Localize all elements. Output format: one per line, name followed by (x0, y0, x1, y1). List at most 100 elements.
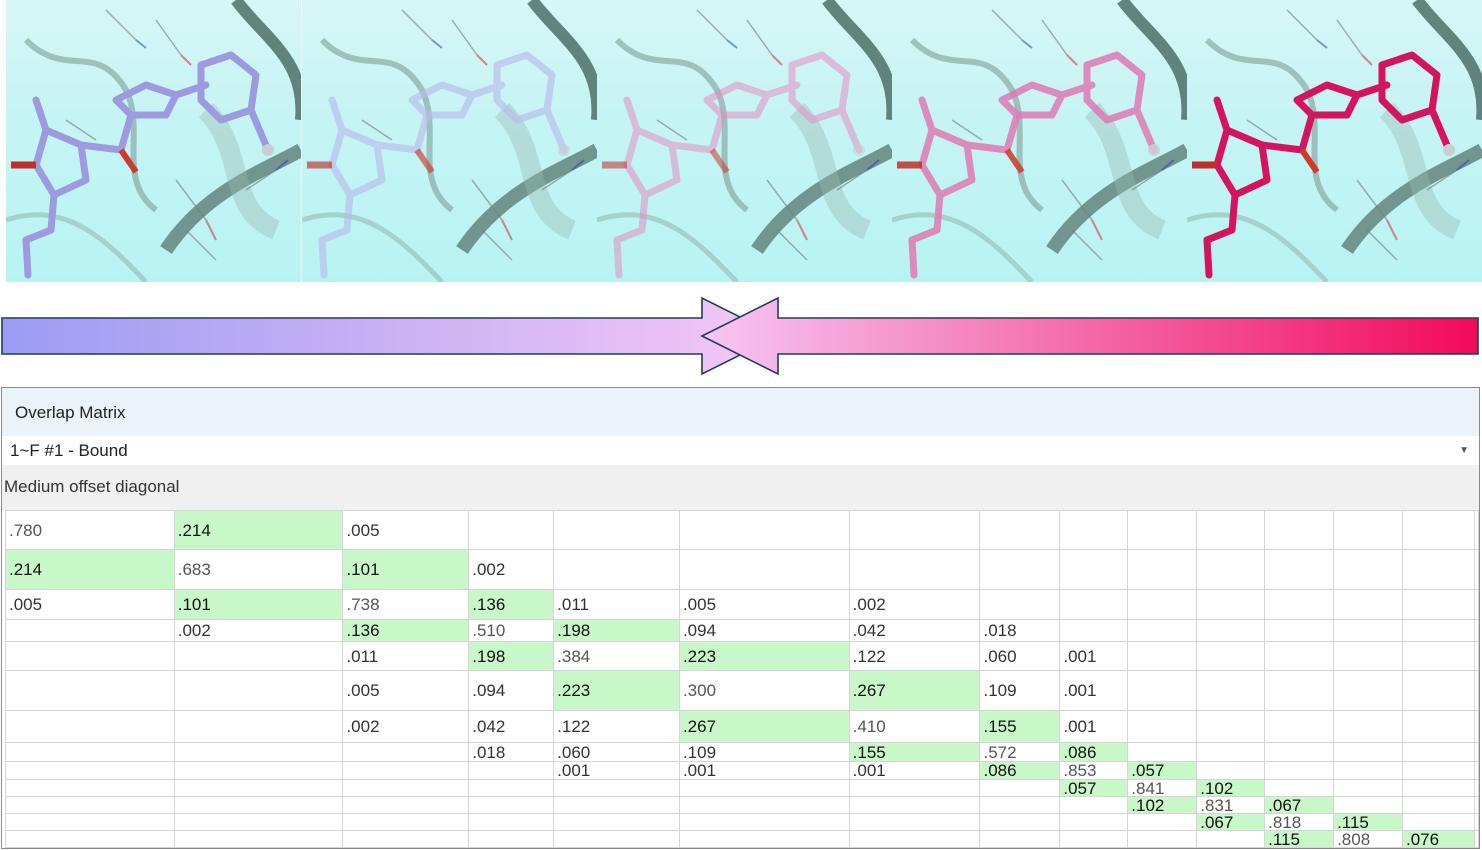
matrix-cell (1127, 847, 1198, 848)
matrix-cell (342, 742, 470, 762)
matrix-cell (1127, 549, 1198, 590)
matrix-cell: .001 (1059, 710, 1129, 743)
matrix-cell (1059, 830, 1129, 848)
matrix-cell (1401, 549, 1475, 590)
matrix-cell (848, 847, 981, 848)
matrix-cell: .136 (342, 619, 470, 642)
matrix-cell (553, 779, 680, 797)
matrix-cell: .018 (468, 742, 555, 762)
table-row: .076.923 (5, 847, 1479, 848)
matrix-cell (553, 796, 680, 814)
matrix-cell (1264, 670, 1335, 711)
matrix-cell (1264, 761, 1335, 780)
matrix-cell (1196, 847, 1266, 848)
matrix-cell (1333, 670, 1403, 711)
matrix-cell (678, 830, 850, 848)
matrix-cell (1333, 589, 1403, 620)
matrix-cell (1196, 589, 1266, 620)
matrix-cell (979, 796, 1061, 814)
table-row: .214.683.101.002 (5, 549, 1479, 590)
matrix-cell (1333, 641, 1403, 671)
table-row: .067.818.115 (5, 813, 1479, 831)
table-row: .057.841.102 (5, 779, 1479, 797)
matrix-cell: .005 (342, 510, 470, 550)
matrix-cell (1127, 742, 1198, 762)
matrix-cell: .155 (848, 742, 981, 762)
matrix-cell (1401, 510, 1475, 550)
matrix-cell (173, 670, 344, 711)
matrix-cell (1401, 641, 1475, 671)
matrix-cell (342, 796, 470, 814)
matrix-cell (1473, 670, 1479, 711)
matrix-cell: .076 (1401, 830, 1475, 848)
table-row: .005.101.738.136.011.005.002 (5, 589, 1479, 620)
matrix-cell: .808 (1333, 830, 1403, 848)
matrix-cell (1333, 796, 1403, 814)
matrix-cell: .001 (848, 761, 981, 780)
matrix-cell: .198 (553, 619, 680, 642)
matrix-cell (1127, 830, 1198, 848)
matrix-cell: .853 (1059, 761, 1129, 780)
matrix-cell (553, 847, 680, 848)
matrix-cell (342, 847, 470, 848)
matrix-cell (5, 742, 175, 762)
matrix-cell (1333, 510, 1403, 550)
matrix-cell (1473, 510, 1479, 550)
matrix-cell (979, 779, 1061, 797)
matrix-cell: .002 (468, 549, 555, 590)
matrix-cell: .300 (678, 670, 850, 711)
matrix-cell: .122 (553, 710, 680, 743)
matrix-cell: .001 (1059, 670, 1129, 711)
mode-label: Medium offset diagonal (4, 477, 180, 496)
matrix-cell (979, 847, 1061, 848)
matrix-cell (1127, 510, 1198, 550)
matrix-cell: .057 (1127, 761, 1198, 780)
table-row: .002.042.122.267.410.155.001 (5, 710, 1479, 743)
matrix-cell: .214 (5, 549, 175, 590)
matrix-cell (1333, 761, 1403, 780)
matrix-cell (553, 813, 680, 831)
matrix-cell (678, 813, 850, 831)
matrix-cell (1127, 813, 1198, 831)
table-row: .001.001.001.086.853.057 (5, 761, 1479, 780)
chevron-down-icon[interactable]: ▼ (1459, 436, 1469, 466)
matrix-cell (848, 549, 981, 590)
matrix-cell: .057 (1059, 779, 1129, 797)
matrix-cell (1196, 761, 1266, 780)
ligand-render-strip (6, 0, 1482, 282)
matrix-cell (1401, 796, 1475, 814)
matrix-cell: .683 (173, 549, 344, 590)
overlap-matrix-window: Overlap Matrix 1~F #1 - Bound ▼ Medium o… (1, 387, 1480, 849)
matrix-cell: .067 (1264, 796, 1335, 814)
matrix-cell (1264, 847, 1335, 848)
matrix-cell (1127, 710, 1198, 743)
matrix-cell (1127, 641, 1198, 671)
matrix-cell: .001 (1059, 641, 1129, 671)
matrix-cell: .780 (5, 510, 175, 550)
matrix-cell (468, 796, 555, 814)
table-row: .005.094.223.300.267.109.001 (5, 670, 1479, 711)
matrix-cell (5, 710, 175, 743)
matrix-cell: .005 (342, 670, 470, 711)
matrix-cell: .067 (1196, 813, 1266, 831)
matrix-cell (468, 847, 555, 848)
matrix-cell: .223 (678, 641, 850, 671)
matrix-cell (1264, 619, 1335, 642)
matrix-cell (1059, 589, 1129, 620)
leg-selector-dropdown[interactable]: 1~F #1 - Bound ▼ (2, 436, 1479, 465)
matrix-cell (553, 830, 680, 848)
ligand-render-panel (892, 0, 1187, 282)
matrix-cell (1401, 589, 1475, 620)
matrix-cell (1473, 761, 1479, 780)
matrix-cell (979, 549, 1061, 590)
matrix-cell (173, 779, 344, 797)
matrix-cell: .005 (5, 589, 175, 620)
matrix-cell (1264, 779, 1335, 797)
matrix-cell (468, 761, 555, 780)
matrix-cell: .060 (553, 742, 680, 762)
left-gradient-arrow (1, 296, 780, 376)
matrix-cell: .005 (678, 589, 850, 620)
matrix-cell (678, 510, 850, 550)
matrix-cell: .109 (979, 670, 1061, 711)
matrix-cell: .102 (1127, 796, 1198, 814)
